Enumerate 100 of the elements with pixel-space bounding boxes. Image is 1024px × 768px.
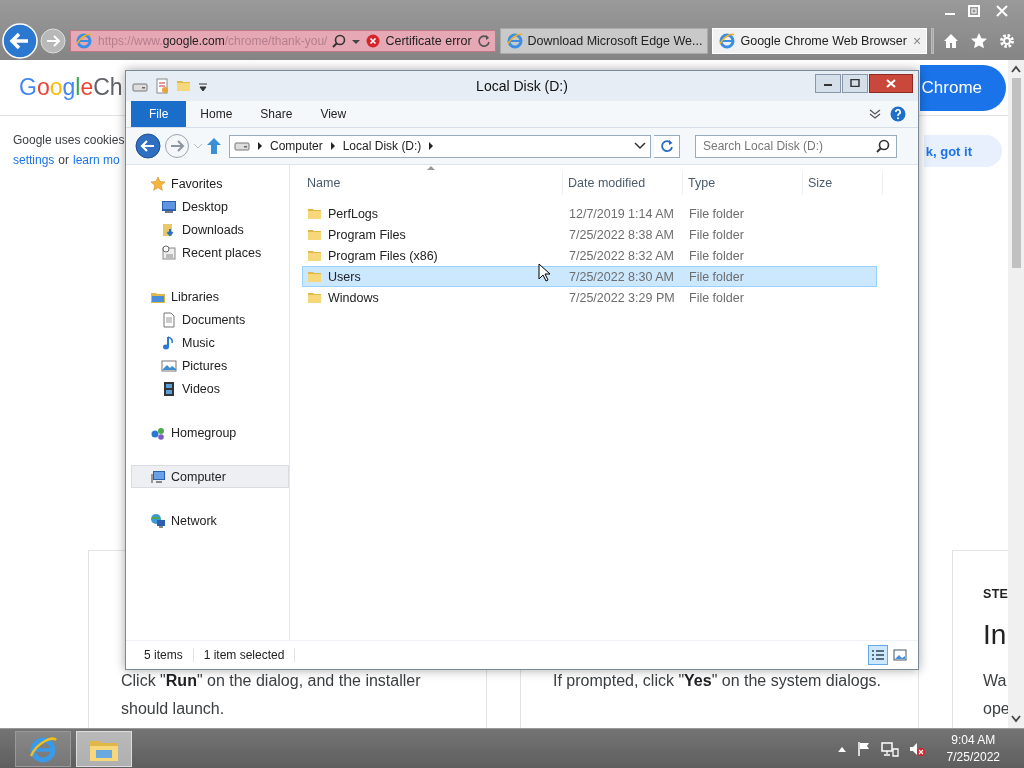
computer-icon — [150, 468, 166, 485]
document-icon — [161, 311, 177, 328]
navigation-item[interactable]: Network — [131, 509, 289, 532]
navigation-item[interactable]: Recent places — [131, 241, 289, 264]
page-logo[interactable]: GoogleCh — [19, 74, 125, 101]
file-name: Users — [328, 269, 361, 284]
home-icon[interactable] — [942, 32, 960, 50]
close-icon — [886, 78, 896, 88]
file-type: File folder — [688, 227, 745, 242]
navigation-item[interactable]: Favorites — [131, 172, 289, 195]
link[interactable]: learn mo — [73, 150, 120, 170]
refresh-button[interactable] — [654, 134, 680, 158]
details-view-button[interactable] — [868, 645, 888, 665]
file-row[interactable]: Windows 7/25/2022 3:29 PM File folder — [302, 287, 877, 308]
sort-arrow-icon — [427, 165, 435, 170]
date-modified: 7/25/2022 3:29 PM — [568, 290, 676, 305]
accept-cookies-button[interactable]: k, got it — [923, 135, 1002, 167]
file-row[interactable]: PerfLogs 12/7/2019 1:14 AM File folder — [302, 203, 877, 224]
step-title: In — [983, 618, 1008, 652]
network-icon[interactable] — [880, 740, 899, 757]
breadcrumb-item[interactable]: Local Disk (D:) — [342, 139, 422, 153]
file-name: Program Files — [328, 227, 406, 242]
file-row[interactable]: Program Files (x86) 7/25/2022 8:32 AM File folder — [302, 245, 877, 266]
clock[interactable]: 9:04 AM 7/25/2022 — [946, 731, 1000, 766]
scroll-down-icon[interactable] — [1010, 714, 1022, 724]
browser-tab[interactable]: Google Chrome Web Browser × — [712, 28, 928, 54]
date-modified: 7/25/2022 8:30 AM — [568, 269, 675, 284]
date-modified: 7/25/2022 8:38 AM — [568, 227, 675, 242]
mouse-cursor-icon — [538, 263, 550, 282]
step-description: Click "Run" on the dialog, and the installer should launch. — [121, 671, 422, 719]
drive-icon — [234, 140, 250, 152]
star-icon[interactable] — [970, 32, 988, 50]
expand-ribbon-icon[interactable] — [868, 108, 882, 120]
download-chrome-button[interactable]: Chrome — [919, 64, 1006, 111]
step-description: If prompted, click "Yes" on the system dialogs. — [553, 671, 882, 691]
maximize-icon — [850, 79, 860, 87]
scrollbar-thumb[interactable] — [1011, 78, 1021, 268]
column-header[interactable]: Name — [302, 171, 563, 195]
caret-icon[interactable] — [634, 142, 646, 150]
file-menu-button[interactable]: File — [131, 101, 187, 127]
scrollbar[interactable] — [1008, 60, 1024, 728]
navigation-item[interactable]: Music — [131, 331, 289, 354]
picture-icon — [161, 357, 177, 374]
navigation-item[interactable]: Computer — [131, 465, 289, 488]
search-icon[interactable] — [876, 138, 890, 153]
file-type: File folder — [688, 248, 745, 263]
ribbon-tab[interactable]: Share — [246, 101, 307, 127]
navigation-item[interactable]: Homegroup — [131, 421, 289, 444]
recent-places-icon — [161, 244, 177, 261]
navigation-item[interactable]: Videos — [131, 377, 289, 400]
cookie-notice-text: or — [58, 152, 70, 169]
file-type: File folder — [688, 206, 745, 221]
step-description: Wa — [983, 671, 1008, 691]
maximize-button[interactable] — [842, 73, 868, 93]
file-type: File folder — [688, 290, 745, 305]
details-view-icon — [871, 649, 885, 661]
refresh-icon — [659, 139, 674, 153]
navigation-item[interactable]: Desktop — [131, 195, 289, 218]
navigation-item[interactable]: Libraries — [131, 285, 289, 308]
search-icon — [332, 34, 347, 48]
settings-icon[interactable] — [998, 32, 1016, 50]
browser-tab[interactable]: Download Microsoft Edge We... — [499, 28, 709, 54]
column-header[interactable]: Date modified — [563, 171, 683, 195]
navigation-item[interactable]: Documents — [131, 308, 289, 331]
address-field[interactable]: Computer Local Disk (D:) — [229, 134, 651, 158]
flag-icon[interactable] — [855, 740, 872, 757]
thumbnail-view-icon — [893, 649, 907, 661]
column-header[interactable]: Type — [683, 171, 803, 195]
navigation-item[interactable]: Pictures — [131, 354, 289, 377]
taskbar-button[interactable] — [15, 730, 71, 767]
certificate-error-label[interactable]: Certificate error — [385, 34, 472, 48]
date-modified: 7/25/2022 8:32 AM — [568, 248, 675, 263]
file-row[interactable]: Users 7/25/2022 8:30 AM File folder — [302, 266, 877, 287]
column-header[interactable]: Size — [803, 171, 883, 195]
search-field[interactable]: Search Local Disk (D:) — [695, 134, 897, 158]
chevron-icon[interactable] — [256, 141, 264, 151]
help-icon[interactable] — [890, 106, 906, 122]
scroll-up-icon[interactable] — [1010, 64, 1022, 74]
chevron-icon[interactable] — [427, 141, 436, 151]
file-type: File folder — [688, 269, 745, 284]
chevron-icon[interactable] — [328, 141, 337, 151]
breadcrumb-item[interactable]: Computer — [270, 139, 323, 153]
file-name: Program Files (x86) — [328, 248, 438, 263]
star-icon — [150, 175, 166, 192]
selection-count: 1 item selected — [193, 648, 296, 662]
up-icon[interactable] — [206, 137, 222, 155]
back-icon[interactable] — [135, 133, 161, 159]
ribbon-tab[interactable]: Home — [186, 101, 247, 127]
ribbon-tab[interactable]: View — [306, 101, 361, 127]
file-row[interactable]: Program Files 7/25/2022 8:38 AM File folder — [302, 224, 877, 245]
navigation-item[interactable]: Downloads — [131, 218, 289, 241]
browser-logo-icon — [75, 32, 93, 50]
link[interactable]: settings — [13, 150, 55, 170]
network-icon — [150, 512, 166, 529]
close-button[interactable] — [869, 73, 913, 93]
error-icon — [366, 34, 381, 48]
properties-icon[interactable] — [154, 78, 170, 94]
minimize-button[interactable] — [815, 73, 841, 93]
refresh-icon[interactable] — [476, 34, 491, 48]
file-name: PerfLogs — [328, 206, 379, 221]
